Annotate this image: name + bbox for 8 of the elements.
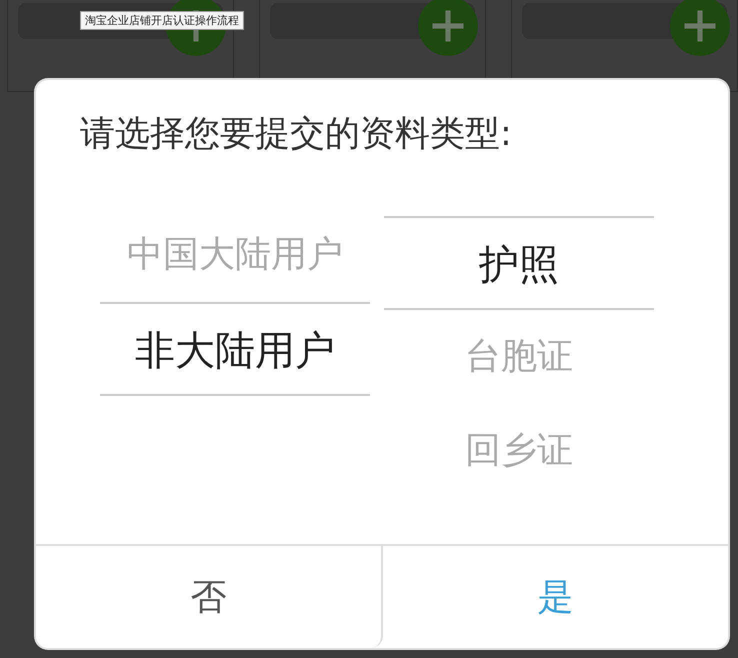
tooltip: 淘宝企业店铺开店认证操作流程 (80, 11, 244, 30)
dialog-title: 请选择您要提交的资料类型: (79, 113, 513, 156)
cancel-button[interactable]: 否 (36, 546, 383, 648)
picker-option[interactable]: 回乡证 (384, 404, 654, 498)
picker-option[interactable]: 非大陆用户 (100, 302, 370, 396)
picker-option[interactable]: 护照 (384, 216, 654, 310)
picker-option[interactable]: 中国大陆用户 (100, 208, 370, 302)
picker-option[interactable]: 台胞证 (384, 310, 654, 404)
